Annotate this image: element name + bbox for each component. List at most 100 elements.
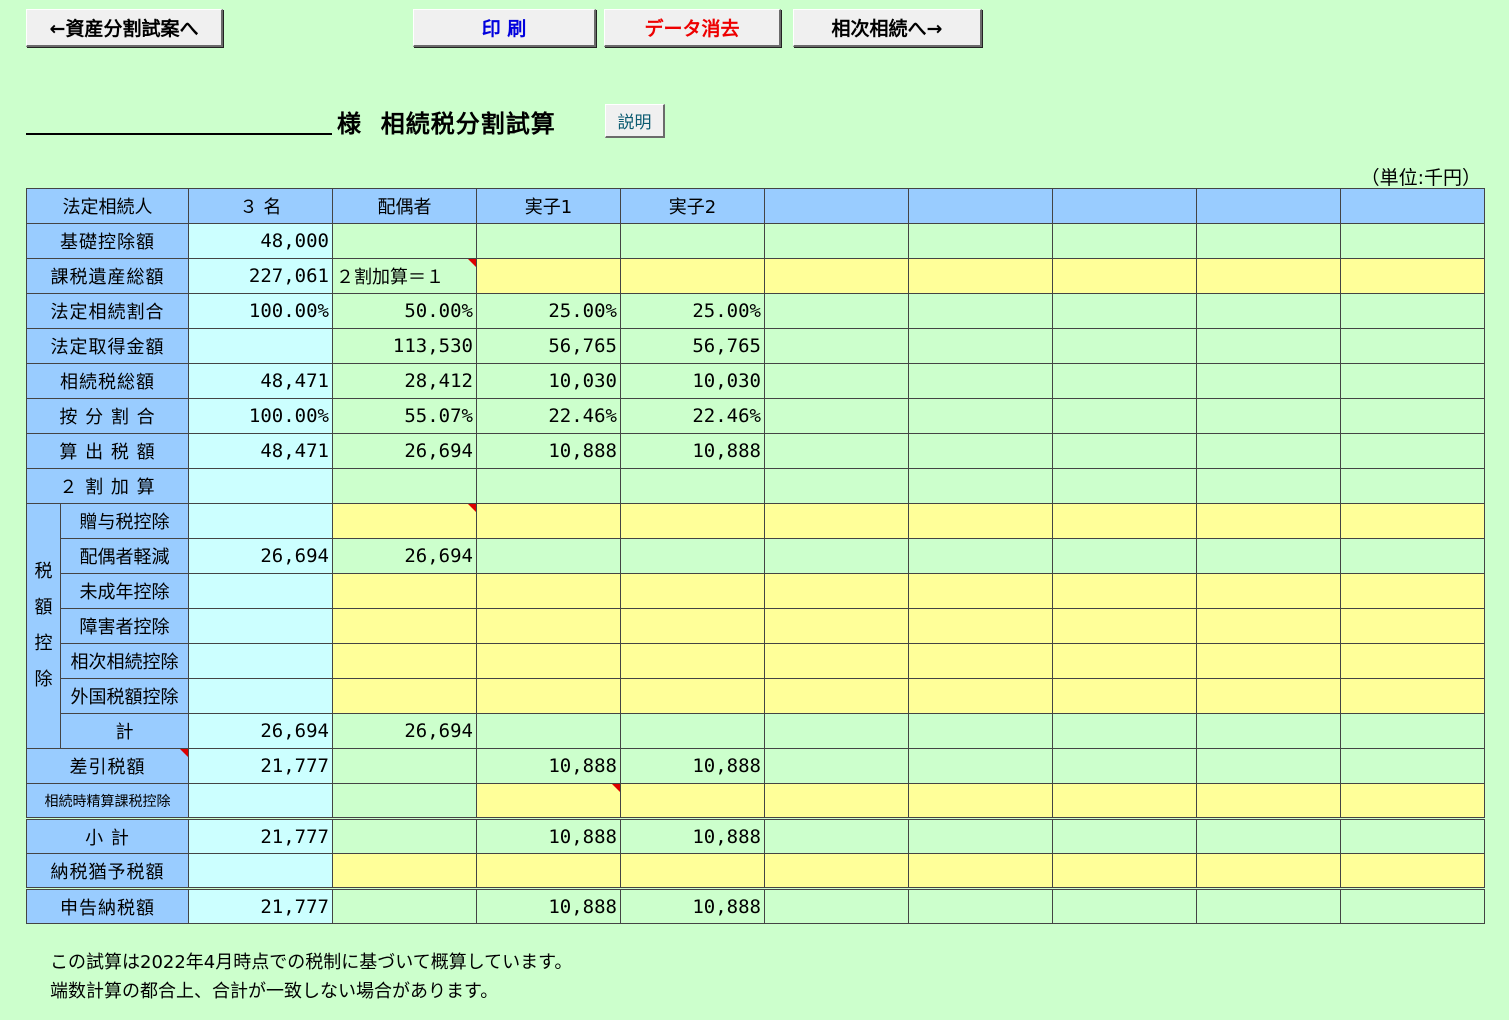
value-cell[interactable]	[332, 853, 477, 889]
row-label-successive_credit: 相次相続控除	[60, 643, 189, 679]
value-cell[interactable]	[764, 678, 909, 714]
value-cell[interactable]	[764, 853, 909, 889]
value-cell[interactable]	[476, 783, 621, 819]
value-cell[interactable]	[1340, 853, 1485, 889]
value-cell[interactable]	[620, 678, 765, 714]
value-cell[interactable]	[1196, 608, 1341, 644]
value-cell[interactable]	[908, 643, 1053, 679]
explain-button[interactable]: 説明	[605, 104, 665, 138]
value-cell[interactable]	[1196, 783, 1341, 819]
value-cell[interactable]	[332, 573, 477, 609]
value-cell[interactable]	[620, 573, 765, 609]
value-cell[interactable]	[332, 643, 477, 679]
value-cell	[908, 223, 1053, 259]
value-cell[interactable]	[332, 503, 477, 539]
value-cell[interactable]	[1340, 573, 1485, 609]
value-cell[interactable]	[908, 503, 1053, 539]
value-cell[interactable]	[620, 853, 765, 889]
value-cell[interactable]	[764, 503, 909, 539]
value-cell[interactable]	[908, 573, 1053, 609]
value-cell[interactable]	[764, 643, 909, 679]
value-cell[interactable]	[764, 573, 909, 609]
value-cell	[332, 223, 477, 259]
table-row: 相次相続控除	[27, 643, 1485, 679]
header-heir-col[interactable]	[1196, 188, 1341, 224]
successive-inheritance-button[interactable]: 相次相続へ→	[793, 9, 982, 47]
value-cell[interactable]	[1052, 608, 1197, 644]
value-cell[interactable]	[1052, 573, 1197, 609]
header-heir-col[interactable]	[1340, 188, 1485, 224]
value-cell[interactable]	[476, 608, 621, 644]
back-to-asset-division-button[interactable]: ←資産分割試案へ	[26, 9, 223, 47]
value-cell	[620, 468, 765, 504]
header-heir-col[interactable]: 実子2	[620, 188, 765, 224]
value-cell[interactable]	[1340, 608, 1485, 644]
header-heir-col[interactable]: 配偶者	[332, 188, 477, 224]
value-cell	[1340, 363, 1485, 399]
value-cell[interactable]	[1052, 503, 1197, 539]
value-cell[interactable]	[1196, 258, 1341, 294]
value-cell[interactable]	[476, 503, 621, 539]
value-cell[interactable]	[1052, 853, 1197, 889]
value-cell[interactable]	[764, 783, 909, 819]
value-cell[interactable]	[476, 853, 621, 889]
value-cell[interactable]	[908, 853, 1053, 889]
value-cell[interactable]	[476, 678, 621, 714]
header-heir-col[interactable]	[908, 188, 1053, 224]
value-cell[interactable]	[620, 783, 765, 819]
value-cell	[908, 887, 1053, 924]
value-cell	[1196, 713, 1341, 749]
header-heir-col[interactable]	[1052, 188, 1197, 224]
header-heirs-count: ３ 名	[188, 188, 333, 224]
value-cell	[1196, 748, 1341, 784]
value-cell[interactable]	[476, 643, 621, 679]
value-cell[interactable]	[1196, 573, 1341, 609]
header-heir-col[interactable]	[764, 188, 909, 224]
value-cell[interactable]	[620, 503, 765, 539]
value-cell	[1340, 817, 1485, 854]
value-cell[interactable]	[1052, 258, 1197, 294]
value-cell	[476, 538, 621, 574]
value-cell[interactable]	[620, 608, 765, 644]
value-cell[interactable]	[1196, 643, 1341, 679]
tax-credit-group-text: 税額控除	[34, 561, 53, 690]
value-cell[interactable]	[332, 608, 477, 644]
row-label-credit_sum: 計	[60, 713, 189, 749]
value-cell[interactable]	[1196, 853, 1341, 889]
value-cell	[1052, 363, 1197, 399]
value-cell[interactable]	[1340, 783, 1485, 819]
value-cell	[1340, 748, 1485, 784]
value-cell[interactable]	[764, 608, 909, 644]
value-cell[interactable]	[908, 258, 1053, 294]
value-cell[interactable]	[476, 573, 621, 609]
clear-data-button[interactable]: データ消去	[604, 9, 781, 47]
value-cell[interactable]	[908, 678, 1053, 714]
header-heir-col[interactable]: 実子1	[476, 188, 621, 224]
print-button[interactable]: 印 刷	[413, 9, 596, 47]
value-cell: 10,888	[476, 433, 621, 469]
value-cell[interactable]	[332, 678, 477, 714]
total-cell-tax_total: 48,471	[188, 363, 333, 399]
value-cell[interactable]	[1196, 503, 1341, 539]
total-cell-computed_tax: 48,471	[188, 433, 333, 469]
value-cell	[764, 887, 909, 924]
value-cell	[908, 817, 1053, 854]
client-name-field[interactable]	[26, 133, 332, 135]
value-cell[interactable]	[1196, 678, 1341, 714]
value-cell[interactable]	[476, 258, 621, 294]
value-cell[interactable]	[1340, 678, 1485, 714]
value-cell	[476, 223, 621, 259]
value-cell[interactable]	[908, 783, 1053, 819]
table-row: 障害者控除	[27, 608, 1485, 644]
value-cell[interactable]	[1340, 503, 1485, 539]
value-cell	[1196, 817, 1341, 854]
value-cell[interactable]	[1052, 678, 1197, 714]
value-cell[interactable]	[1340, 258, 1485, 294]
value-cell[interactable]	[908, 608, 1053, 644]
value-cell[interactable]	[764, 258, 909, 294]
value-cell[interactable]	[1052, 643, 1197, 679]
value-cell[interactable]	[1340, 643, 1485, 679]
value-cell[interactable]	[620, 258, 765, 294]
value-cell[interactable]	[1052, 783, 1197, 819]
value-cell[interactable]	[620, 643, 765, 679]
